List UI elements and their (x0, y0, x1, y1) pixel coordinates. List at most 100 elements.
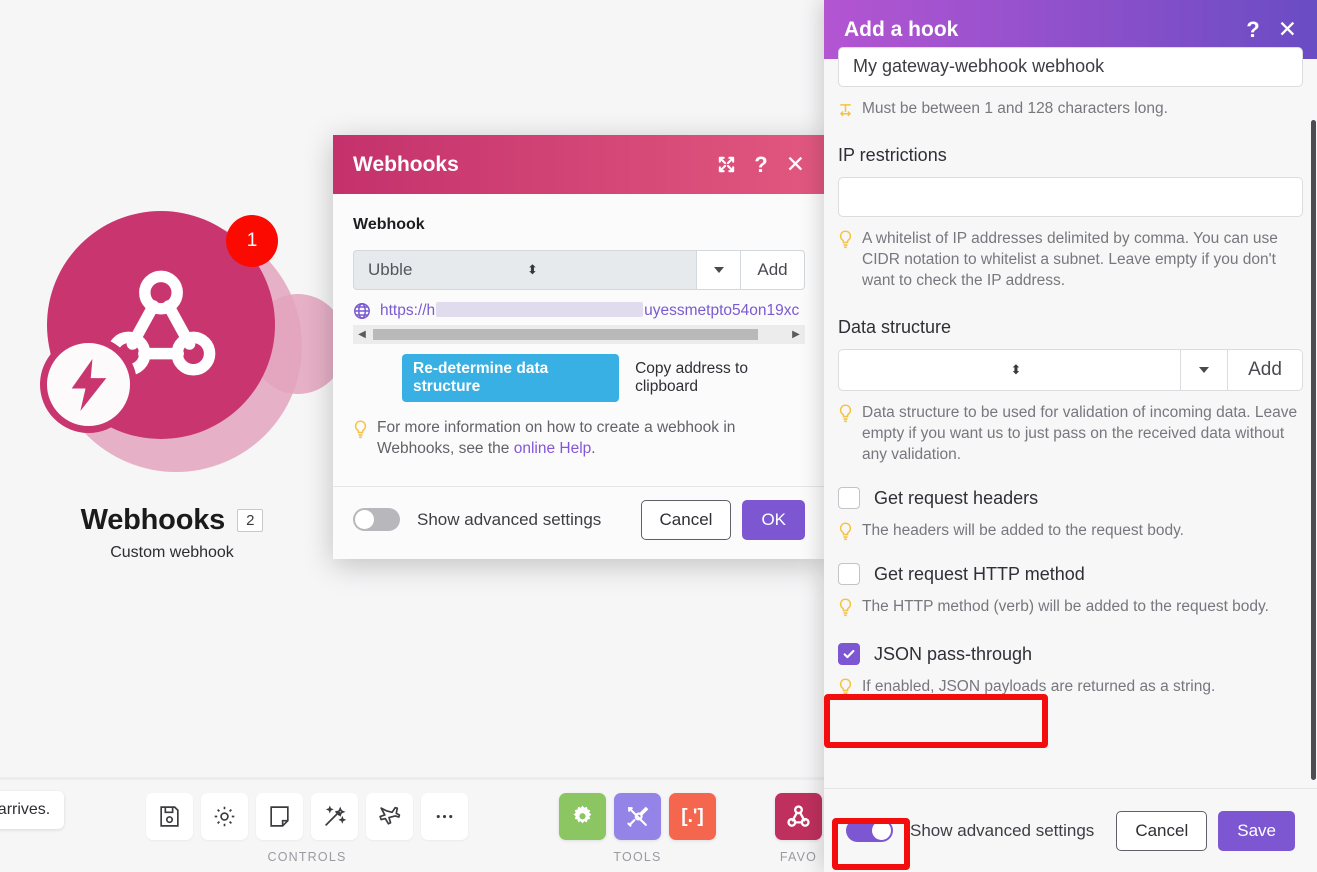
close-icon[interactable]: ✕ (786, 153, 805, 176)
help-icon[interactable]: ? (754, 153, 767, 176)
magic-wand-glyph-icon (325, 805, 347, 826)
module-icon-wrap: 1 (22, 208, 346, 498)
redetermine-data-structure-button[interactable]: Re-determine data structure (402, 354, 620, 402)
scroll-thumb[interactable] (373, 329, 758, 340)
webhook-url-scrollbar[interactable]: ◀ ▶ (353, 325, 805, 344)
gear-icon[interactable] (201, 793, 248, 840)
hook-name-input[interactable] (838, 46, 1303, 87)
json-pass-through-checkbox[interactable] (838, 643, 860, 666)
get-request-headers-row[interactable]: Get request headers (838, 487, 1303, 510)
webhook-add-button[interactable]: Add (741, 250, 805, 290)
tools-wrench-glyph-icon (627, 806, 649, 827)
webhook-dropdown-button[interactable] (696, 250, 741, 290)
webhook-hint-part2: . (591, 439, 596, 457)
copy-address-button[interactable]: Copy address to clipboard (635, 360, 805, 396)
controls-icon-row[interactable] (146, 793, 468, 840)
hook-cancel-button[interactable]: Cancel (1116, 810, 1208, 851)
more-options-icon[interactable] (421, 793, 468, 840)
chevron-down-icon (713, 267, 724, 273)
toolbar-label-tools: TOOLS (613, 850, 662, 864)
data-structure-label: Data structure (838, 316, 952, 337)
toolbar-group-favorites: FAVO (775, 793, 822, 864)
toggle-knob (872, 821, 891, 840)
hook-name-hint-row: Must be between 1 and 128 characters lon… (838, 98, 1303, 119)
tools-wrench-icon[interactable] (614, 793, 661, 840)
add-hook-header-actions[interactable]: ? ✕ (1246, 18, 1297, 41)
add-hook-form: Must be between 1 and 128 characters lon… (838, 46, 1303, 697)
ip-hint-row: A whitelist of IP addresses delimited by… (838, 228, 1303, 291)
webhook-url-prefix: https://h (380, 302, 436, 319)
webhooks-module-node[interactable]: 1 Webhooks 2 Custom webhook (22, 208, 346, 568)
add-hook-scroll-area[interactable]: Must be between 1 and 128 characters lon… (824, 46, 1317, 788)
data-structure-select[interactable]: ⬍ (838, 348, 1180, 391)
scroll-left-arrow-icon[interactable]: ◀ (353, 329, 371, 340)
instant-trigger-badge (40, 336, 137, 433)
hook-save-button[interactable]: Save (1218, 810, 1295, 851)
gear-glyph-icon (214, 806, 235, 827)
favorites-icon-row[interactable] (775, 793, 822, 840)
webhook-section-label: Webhook (353, 216, 425, 233)
hook-advanced-settings-toggle[interactable] (846, 819, 893, 842)
expand-icon[interactable] (717, 155, 736, 174)
favorites-webhook-glyph-icon (787, 805, 810, 827)
get-request-http-method-row[interactable]: Get request HTTP method (838, 563, 1303, 586)
online-help-link[interactable]: online Help (514, 440, 592, 457)
get-request-http-method-hint-row: The HTTP method (verb) will be added to … (838, 596, 1303, 617)
note-icon[interactable] (256, 793, 303, 840)
checkmark-icon (843, 650, 855, 659)
webhooks-cancel-button[interactable]: Cancel (640, 499, 732, 540)
help-icon[interactable]: ? (1246, 18, 1259, 41)
show-advanced-settings-label: Show advanced settings (417, 509, 602, 529)
webhooks-ok-button[interactable]: OK (742, 499, 805, 540)
airplane-icon[interactable] (366, 793, 413, 840)
ip-restrictions-label: IP restrictions (838, 144, 947, 165)
get-request-http-method-hint: The HTTP method (verb) will be added to … (862, 598, 1269, 616)
data-structure-row[interactable]: ⬍ Add (838, 348, 1303, 391)
json-pass-through-row[interactable]: JSON pass-through (838, 643, 1303, 666)
magic-wand-icon[interactable] (311, 793, 358, 840)
module-title-row: Webhooks 2 (22, 504, 322, 537)
hook-name-hint: Must be between 1 and 128 characters lon… (862, 99, 1168, 117)
error-count-badge[interactable]: 1 (226, 215, 278, 267)
expand-glyph-icon (719, 156, 735, 173)
favorites-webhook-icon[interactable] (775, 793, 822, 840)
tools-regex-icon[interactable]: [.'] (669, 793, 716, 840)
webhooks-dialog-header-actions[interactable]: ? ✕ (717, 153, 805, 176)
show-advanced-settings-toggle[interactable] (353, 508, 400, 531)
lightbulb-icon (839, 404, 852, 422)
ip-restrictions-input[interactable] (838, 176, 1303, 217)
get-request-headers-hint-row: The headers will be added to the request… (838, 520, 1303, 541)
webhooks-dialog[interactable]: Webhooks ? ✕ Webhook Ubble ⬍ Add https:/… (333, 135, 825, 559)
scroll-right-arrow-icon[interactable]: ▶ (787, 329, 805, 340)
get-request-http-method-label: Get request HTTP method (874, 563, 1085, 584)
webhook-url-redacted (436, 302, 644, 317)
get-request-headers-hint: The headers will be added to the request… (862, 522, 1184, 540)
get-request-http-method-checkbox[interactable] (838, 563, 860, 586)
globe-icon (354, 303, 370, 319)
stepper-icon: ⬍ (527, 262, 538, 278)
webhook-actions-row[interactable]: Re-determine data structure Copy address… (353, 354, 805, 402)
webhooks-dialog-footer: Show advanced settings Cancel OK (333, 486, 825, 552)
webhook-select-row[interactable]: Ubble ⬍ Add (353, 250, 805, 290)
length-constraint-icon (839, 103, 852, 116)
tools-icon-row[interactable]: [.'] (559, 793, 716, 840)
ellipsis-glyph-icon (436, 814, 453, 819)
note-glyph-icon (270, 806, 289, 827)
get-request-headers-checkbox[interactable] (838, 487, 860, 510)
data-structure-add-button[interactable]: Add (1228, 348, 1303, 391)
close-icon[interactable]: ✕ (1278, 18, 1297, 41)
add-hook-panel[interactable]: Add a hook ? ✕ Must be between 1 and 128… (824, 0, 1317, 872)
stepper-icon: ⬍ (1010, 362, 1022, 378)
ip-hint: A whitelist of IP addresses delimited by… (862, 229, 1278, 289)
webhook-select[interactable]: Ubble ⬍ (353, 250, 696, 290)
tools-gear-icon[interactable] (559, 793, 606, 840)
webhook-url-row[interactable]: https://h uyessmetpto54on19xc (353, 302, 805, 320)
lightning-bolt-icon (71, 358, 106, 411)
save-icon[interactable] (146, 793, 193, 840)
tools-gear-glyph-icon (573, 805, 592, 824)
data-structure-hint: Data structure to be used for validation… (862, 403, 1298, 463)
webhook-select-value: Ubble (368, 260, 413, 279)
data-structure-dropdown-button[interactable] (1180, 348, 1228, 391)
json-pass-through-hint-row: If enabled, JSON payloads are returned a… (838, 676, 1303, 697)
panel-scrollbar[interactable] (1311, 120, 1316, 780)
